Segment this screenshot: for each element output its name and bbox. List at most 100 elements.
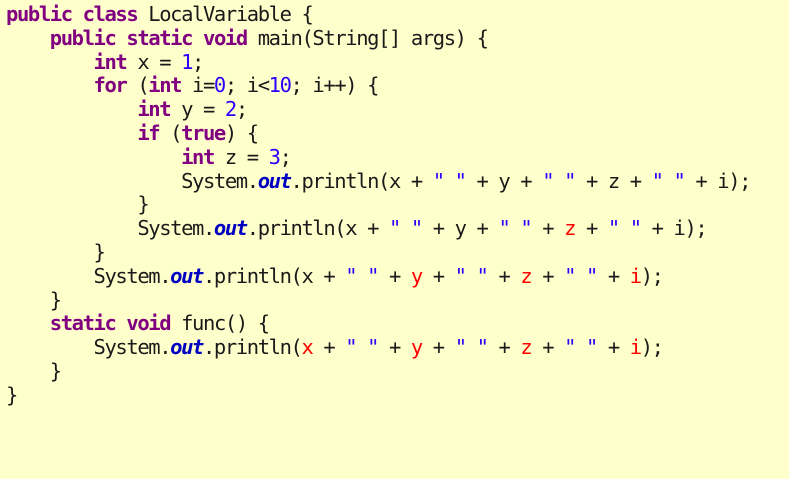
code-line: System.out.println(x + " " + y + " " + z… bbox=[6, 263, 789, 289]
code-line: int z = 3; bbox=[6, 144, 789, 170]
code-text-token: + bbox=[531, 216, 565, 241]
code-text-token: + bbox=[531, 263, 565, 288]
keyword-token: int bbox=[93, 49, 128, 74]
keyword-token: void bbox=[126, 311, 171, 336]
code-text-token: System. bbox=[181, 168, 259, 193]
code-text-token: + bbox=[487, 335, 521, 360]
keyword-token: static bbox=[126, 25, 193, 50]
code-text-token: } bbox=[93, 239, 106, 264]
code-text-token: } bbox=[49, 358, 62, 383]
keyword-token: void bbox=[203, 25, 248, 50]
static-field-token: out bbox=[213, 216, 248, 241]
code-line: System.out.println(x + " " + y + " " + z… bbox=[6, 216, 789, 241]
code-text-token: .println(x + bbox=[202, 263, 346, 288]
code-view: public class LocalVariable { public stat… bbox=[0, 0, 789, 479]
string-literal-token: " " bbox=[345, 263, 379, 288]
code-text-token: ; i++) { bbox=[290, 73, 380, 98]
code-text-token: ; bbox=[279, 144, 292, 169]
code-text-token: main(String[] args) { bbox=[246, 25, 489, 50]
code-text-token: + i); bbox=[640, 216, 708, 241]
code-text-token: + bbox=[378, 263, 411, 288]
out-of-scope-variable-token: i bbox=[629, 335, 642, 360]
code-text-token: func() { bbox=[170, 311, 270, 336]
code-text-token: y = bbox=[170, 97, 225, 122]
keyword-token: true bbox=[181, 120, 226, 145]
keyword-token: for bbox=[93, 73, 128, 98]
code-text-token: } bbox=[49, 287, 62, 312]
code-text-token: + bbox=[421, 335, 455, 360]
code-text-token: ( bbox=[159, 120, 182, 145]
code-line: public static void main(String[] args) { bbox=[6, 25, 789, 51]
number-literal-token: 3 bbox=[268, 144, 281, 169]
code-line: if (true) { bbox=[6, 120, 789, 146]
keyword-token: class bbox=[82, 2, 139, 26]
keyword-token: public bbox=[6, 2, 73, 26]
code-text-token: + y + bbox=[421, 216, 499, 241]
code-text-token: + bbox=[531, 335, 565, 360]
out-of-scope-variable-token: i bbox=[629, 263, 642, 288]
number-literal-token: 10 bbox=[268, 73, 292, 98]
code-text-token: ( bbox=[126, 73, 149, 98]
string-literal-token: " " bbox=[498, 216, 532, 241]
string-literal-token: " " bbox=[651, 168, 686, 193]
code-text-token: + bbox=[487, 263, 521, 288]
static-field-token: out bbox=[257, 168, 292, 193]
string-literal-token: " " bbox=[542, 168, 576, 193]
static-field-token: out bbox=[170, 263, 204, 288]
number-literal-token: 2 bbox=[224, 97, 237, 122]
string-literal-token: " " bbox=[454, 335, 489, 360]
out-of-scope-variable-token: z bbox=[564, 216, 576, 241]
code-text-token: System. bbox=[93, 263, 172, 288]
code-text-token: .println( bbox=[202, 335, 303, 360]
string-literal-token: " " bbox=[345, 335, 379, 360]
code-text-token: + bbox=[421, 263, 455, 288]
code-text-token: System. bbox=[93, 335, 172, 360]
code-line: static void func() { bbox=[6, 311, 789, 336]
code-text-token: i= bbox=[181, 73, 215, 98]
code-text-token: ); bbox=[640, 335, 664, 360]
code-text-token: System. bbox=[137, 216, 215, 241]
code-text-token: + bbox=[596, 263, 630, 288]
code-text-token: x = bbox=[126, 49, 182, 74]
keyword-token: int bbox=[181, 144, 215, 169]
code-line: System.out.println(x + " " + y + " " + z… bbox=[6, 335, 789, 360]
code-line: } bbox=[6, 383, 789, 408]
keyword-token: int bbox=[148, 73, 182, 98]
static-field-token: out bbox=[170, 335, 204, 360]
code-line: } bbox=[6, 287, 789, 313]
keyword-token: int bbox=[137, 97, 171, 122]
string-literal-token: " " bbox=[432, 168, 467, 193]
string-literal-token: " " bbox=[564, 263, 598, 288]
code-text-token: .println(x + bbox=[246, 216, 389, 241]
code-line: int x = 1; bbox=[6, 49, 789, 75]
keyword-token: public bbox=[49, 25, 117, 50]
out-of-scope-variable-token: y bbox=[410, 263, 423, 288]
out-of-scope-variable-token: x bbox=[301, 335, 313, 360]
out-of-scope-variable-token: z bbox=[520, 335, 532, 360]
code-line: public class LocalVariable { bbox=[6, 2, 789, 27]
keyword-token: static bbox=[49, 311, 117, 336]
code-line: } bbox=[6, 358, 789, 384]
code-line: } bbox=[6, 239, 789, 265]
code-text-token: + bbox=[596, 335, 630, 360]
out-of-scope-variable-token: y bbox=[410, 335, 423, 360]
code-text-token: ; bbox=[192, 49, 204, 74]
keyword-token: if bbox=[137, 120, 160, 145]
